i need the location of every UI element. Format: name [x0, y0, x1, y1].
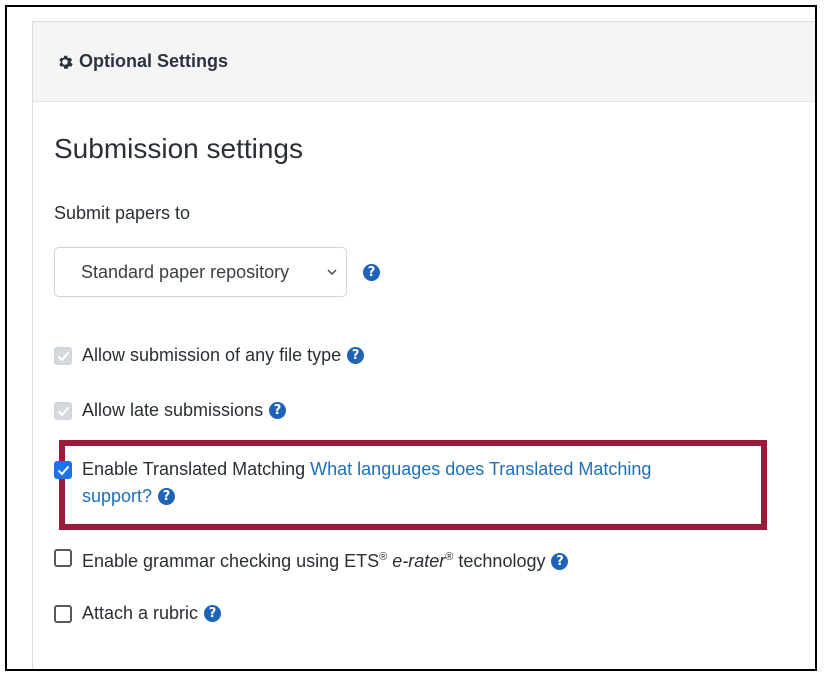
- late-submissions-label: Allow late submissions: [82, 400, 264, 420]
- panel-title: Optional Settings: [79, 51, 229, 71]
- any-file-type-checkbox[interactable]: [54, 347, 72, 365]
- help-icon[interactable]: ?: [363, 263, 380, 281]
- option-grammar-checking: Enable grammar checking using ETS® e-rat…: [54, 544, 569, 575]
- chevron-down-icon: [327, 269, 337, 275]
- option-any-file-type: Allow submission of any file type?: [54, 345, 365, 369]
- help-icon[interactable]: ?: [347, 346, 365, 364]
- translated-matching-label: Enable Translated Matching: [82, 459, 306, 479]
- help-icon[interactable]: ?: [204, 604, 222, 622]
- section-title: Submission settings: [54, 133, 304, 164]
- repository-select[interactable]: Standard paper repository: [54, 247, 347, 297]
- submit-papers-label: Submit papers to: [54, 203, 191, 223]
- option-attach-rubric: Attach a rubric?: [54, 603, 222, 627]
- attach-rubric-label: Attach a rubric: [82, 603, 199, 623]
- submit-papers-field: Standard paper repository ?: [54, 247, 380, 297]
- help-icon[interactable]: ?: [158, 487, 176, 505]
- grammar-checking-checkbox[interactable]: [54, 549, 72, 567]
- screenshot-frame: Optional Settings Submission settings Su…: [5, 5, 817, 671]
- checkmark-icon: [57, 406, 69, 416]
- registered-mark: ®: [445, 551, 454, 563]
- help-icon[interactable]: ?: [269, 401, 287, 419]
- optional-settings-header[interactable]: Optional Settings: [33, 22, 815, 102]
- attach-rubric-checkbox[interactable]: [54, 605, 72, 623]
- grammar-checking-label: Enable grammar checking using ETS® e-rat…: [82, 544, 569, 575]
- any-file-type-label: Allow submission of any file type: [82, 345, 342, 365]
- e-rater-text: e-rater: [392, 551, 446, 571]
- registered-mark: ®: [379, 551, 388, 563]
- checkmark-icon: [57, 465, 69, 475]
- checkmark-icon: [57, 351, 69, 361]
- repository-select-value: Standard paper repository: [81, 261, 290, 282]
- option-late-submissions: Allow late submissions?: [54, 400, 287, 424]
- translated-matching-checkbox[interactable]: [54, 461, 72, 479]
- gear-icon: [59, 55, 73, 69]
- late-submissions-checkbox[interactable]: [54, 402, 72, 420]
- help-icon[interactable]: ?: [551, 552, 569, 570]
- option-translated-matching: Enable Translated Matching What language…: [54, 459, 714, 510]
- grammar-label-text: Enable grammar checking using ETS: [82, 551, 380, 571]
- grammar-label-suffix: technology: [458, 551, 546, 571]
